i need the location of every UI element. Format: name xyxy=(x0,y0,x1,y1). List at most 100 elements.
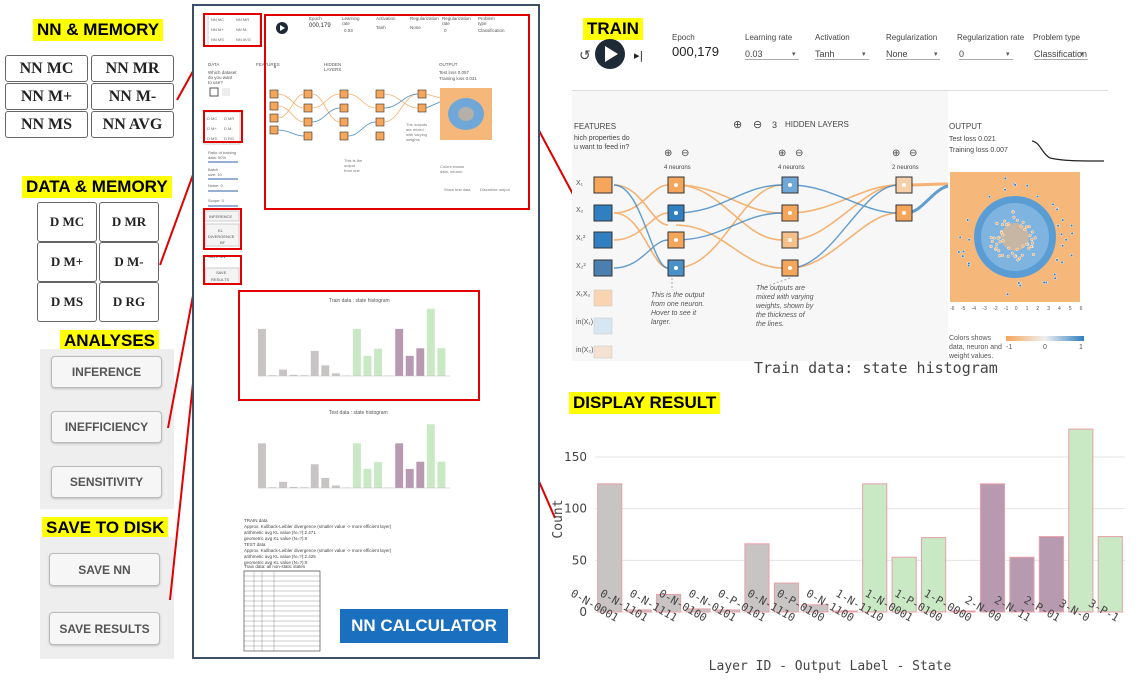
note-weights-4: the thickness of xyxy=(756,312,805,319)
mini-hist-bar xyxy=(416,461,425,488)
note-weights-5: the lines. xyxy=(756,321,785,328)
table-title: Train data: all non-static states xyxy=(244,564,306,569)
remove-neuron-button[interactable]: ⊖ xyxy=(681,148,689,159)
test-loss: Test loss 0.021 xyxy=(949,136,996,143)
add-neuron-button[interactable]: ⊕ xyxy=(892,148,900,159)
kl-text-line: geometric avg KL value (N=?):0 xyxy=(244,536,308,541)
output-axis-tick: 4 xyxy=(1058,306,1061,312)
state-histogram-chart: 0501001500-N-00010-N-11010-N-11110-N-010… xyxy=(551,428,1125,674)
learning-rate-select[interactable]: 0.03 xyxy=(745,49,799,60)
svg-text:size: 10: size: 10 xyxy=(208,172,223,177)
output-axis-tick: -5 xyxy=(960,306,966,312)
epoch-label: Epoch xyxy=(672,33,695,42)
output-title: OUTPUT xyxy=(949,122,982,131)
mini-hist-bar xyxy=(258,443,266,488)
output-axis-tick: 5 xyxy=(1068,306,1072,312)
learning-rate-label: Learning rate xyxy=(745,33,793,42)
note-weights-1: The outputs are xyxy=(756,285,806,292)
x-axis-label: Layer ID - Output Label - State xyxy=(709,659,952,674)
remove-neuron-button[interactable]: ⊖ xyxy=(909,148,917,159)
colors-note-1: Colors shows xyxy=(949,335,992,342)
highlight-inference xyxy=(203,208,242,250)
kl-text-line: TRAIN data xyxy=(244,518,268,523)
output-axis-tick: -1 xyxy=(1004,306,1009,312)
output-axis-tick: 3 xyxy=(1047,306,1050,312)
output-axis-tick: 6 xyxy=(1079,306,1083,312)
kl-text-line: arithmetic avg KL value (N=?):2.425 xyxy=(244,554,316,559)
output-axis-tick: 0 xyxy=(1014,306,1018,312)
hidden-layers-label: HIDDEN LAYERS xyxy=(785,120,849,129)
loss-curve xyxy=(1031,140,1105,162)
mini-hist-bar xyxy=(405,468,414,488)
highlight-nn-keys xyxy=(203,13,262,47)
training-loss: Training loss 0.007 xyxy=(949,147,1008,154)
nn-calculator-title: NN CALCULATOR xyxy=(340,609,508,643)
kl-text-line: Approx. Kullback-Leibler divergence (sma… xyxy=(244,548,392,553)
note-output-neuron-1: This is the output xyxy=(651,292,705,299)
chart-title: Train data: state histogram xyxy=(754,359,998,377)
output-axis-tick: -3 xyxy=(982,306,987,312)
activation-select[interactable]: Tanh xyxy=(815,49,869,60)
color-scale-bar xyxy=(1006,336,1084,341)
kl-text-line: arithmetic avg KL value (N=?):2.471 xyxy=(244,530,316,535)
add-layer-button[interactable]: ⊕ xyxy=(733,118,742,131)
color-scale-min: -1 xyxy=(1006,344,1013,351)
epoch-value: 000,179 xyxy=(672,44,719,59)
step-icon[interactable]: ▸| xyxy=(634,49,643,62)
playground-header: Epoch 000,179 Learning rate 0.03 Activat… xyxy=(672,33,1112,63)
regularization-select[interactable]: None xyxy=(886,49,940,60)
colors-note-2: data, neuron and xyxy=(949,344,1002,351)
output-axis-tick: -4 xyxy=(971,306,977,312)
add-neuron-button[interactable]: ⊕ xyxy=(778,148,786,159)
svg-text:data: 50%: data: 50% xyxy=(208,155,226,160)
network-graph xyxy=(593,172,1080,359)
svg-text:Test data : state histogram: Test data : state histogram xyxy=(329,410,388,416)
note-weights-3: weights, shown by xyxy=(756,303,814,310)
kl-text-line: Approx. Kullback-Leibler divergence (sma… xyxy=(244,524,392,529)
color-scale-max: 1 xyxy=(1079,344,1083,351)
y-tick-label: 50 xyxy=(572,553,587,567)
mini-hist-bar xyxy=(279,481,288,488)
regularization-label: Regularization xyxy=(886,33,938,42)
highlight-save xyxy=(203,255,242,285)
remove-layer-button[interactable]: ⊖ xyxy=(753,118,762,131)
mini-hist-bar xyxy=(426,424,435,488)
reg-rate-select[interactable]: 0 xyxy=(959,49,1013,60)
features-subtitle-1: hich properties do xyxy=(574,135,630,142)
kl-text-line: TEST data xyxy=(244,542,266,547)
remove-neuron-button[interactable]: ⊖ xyxy=(795,148,803,159)
mini-hist-bar xyxy=(363,468,372,488)
svg-text:Scope: 0: Scope: 0 xyxy=(208,198,225,203)
display-result-label: DISPLAY RESULT xyxy=(569,392,721,414)
hidden-layers-count: 3 xyxy=(772,120,778,130)
highlight-train-area xyxy=(264,14,530,210)
bar-3-P-1 xyxy=(1097,536,1123,613)
activation-label: Activation xyxy=(815,33,850,42)
output-axis-tick: 1 xyxy=(1025,306,1029,312)
features-subtitle-2: u want to feed in? xyxy=(574,144,630,151)
note-weights-2: mixed with varying xyxy=(756,294,814,301)
highlight-data-keys xyxy=(203,110,243,143)
problem-type-label: Problem type xyxy=(1033,33,1081,42)
y-tick-label: 100 xyxy=(564,502,587,516)
mini-hist-bar xyxy=(331,485,340,488)
add-neuron-button[interactable]: ⊕ xyxy=(664,148,672,159)
svg-text:DATA: DATA xyxy=(208,62,219,67)
note-output-neuron-3: Hover to see it xyxy=(651,310,697,317)
reg-rate-label: Regularization rate xyxy=(957,33,1025,42)
svg-text:Noise: 0: Noise: 0 xyxy=(208,183,223,188)
reset-icon[interactable]: ↺ xyxy=(579,48,591,64)
chevron-down-icon: ▾ xyxy=(1080,51,1084,58)
bar-3-N-0 xyxy=(1068,428,1094,613)
y-axis-label: Count xyxy=(551,499,566,538)
mini-hist-bar xyxy=(395,443,404,488)
y-tick-label: 150 xyxy=(564,450,587,464)
output-axis-tick: -6 xyxy=(950,306,955,312)
bar-2-N-00 xyxy=(979,483,1006,613)
note-output-neuron-4: larger. xyxy=(651,319,671,326)
chevron-down-icon: ▾ xyxy=(862,51,866,58)
features-title: FEATURES xyxy=(574,122,617,131)
mini-hist-bar xyxy=(321,477,330,488)
note-output-neuron-2: from one neuron. xyxy=(651,301,705,308)
mini-hist-bar xyxy=(437,461,446,488)
